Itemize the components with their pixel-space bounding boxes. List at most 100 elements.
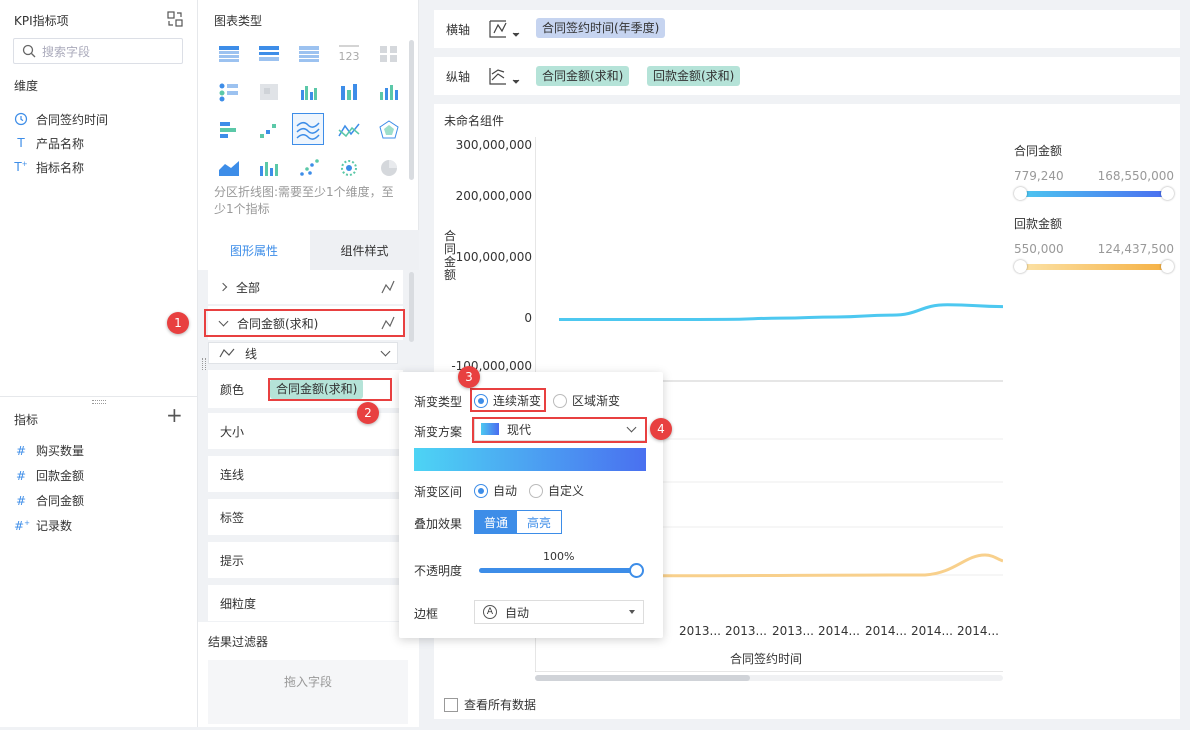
group-table-icon[interactable] xyxy=(258,44,280,64)
scatter-chart-icon[interactable] xyxy=(298,158,320,178)
kpi-number-icon[interactable]: 123 xyxy=(338,44,360,64)
x-axis-field-pill[interactable]: 合同签约时间(年季度) xyxy=(536,18,666,38)
y-tick: 300,000,000 xyxy=(455,138,532,152)
annotation-box xyxy=(204,309,405,337)
cross-table-icon[interactable] xyxy=(298,44,320,64)
checkbox[interactable] xyxy=(444,697,458,712)
chart-h-scrollbar[interactable] xyxy=(535,675,1003,681)
radio-region[interactable]: 区域渐变 xyxy=(553,392,620,409)
dimension-item[interactable]: T+ 指标名称 xyxy=(14,155,194,179)
chevron-down-icon xyxy=(380,346,391,357)
switch-dataset-icon[interactable] xyxy=(166,10,184,28)
annotation-box xyxy=(470,388,546,412)
x-axis-sort-icon[interactable] xyxy=(488,19,522,41)
area-line-chart-icon-selected[interactable] xyxy=(292,113,324,145)
interval-label: 渐变区间 xyxy=(414,485,463,499)
line-type-select[interactable]: 线 xyxy=(208,342,398,364)
x-axis-bar: 横轴 合同签约时间(年季度) xyxy=(434,10,1180,48)
bar-h-icon[interactable] xyxy=(218,120,240,140)
area-chart-icon[interactable] xyxy=(218,158,240,178)
overlay-normal-button[interactable]: 普通 xyxy=(475,511,517,533)
dimension-item[interactable]: T 产品名称 xyxy=(14,131,194,155)
border-label: 边框 xyxy=(414,607,439,621)
y-tick: 200,000,000 xyxy=(455,189,532,203)
slider-handle[interactable] xyxy=(1161,260,1174,273)
radio-custom[interactable]: 自定义 xyxy=(529,482,584,499)
add-metric-icon[interactable]: + xyxy=(166,405,183,425)
combo-chart-icon[interactable] xyxy=(258,158,280,178)
property-scrollbar[interactable] xyxy=(409,272,414,342)
slider-handle[interactable] xyxy=(1161,187,1174,200)
dimension-item[interactable]: 合同签约时间 xyxy=(14,107,194,131)
resize-handle[interactable] xyxy=(92,400,106,404)
multi-bar-icon[interactable] xyxy=(298,82,320,102)
pie-chart-icon[interactable] xyxy=(378,158,400,178)
annotation-box xyxy=(472,417,647,443)
x-tick: 2013... xyxy=(725,624,767,638)
dropdown-arrow-icon xyxy=(629,610,635,614)
border-select[interactable]: A 自动 xyxy=(474,600,644,624)
bubble-chart-icon[interactable] xyxy=(338,158,360,178)
overlay-label: 叠加效果 xyxy=(414,517,463,531)
chevron-right-icon xyxy=(218,282,228,292)
column-chart-icon[interactable] xyxy=(378,82,400,102)
metric-item[interactable]: # 回款金额 xyxy=(14,463,194,488)
granularity-row[interactable]: 细粒度 xyxy=(208,585,403,621)
detail-table-icon[interactable] xyxy=(378,44,400,64)
metric-item[interactable]: # 合同金额 xyxy=(14,488,194,513)
opacity-slider[interactable] xyxy=(479,563,644,578)
tooltip-row[interactable]: 提示 xyxy=(208,542,403,578)
legend-gradient-slider[interactable] xyxy=(1014,187,1174,201)
tab-shape-properties[interactable]: 图形属性 xyxy=(198,230,310,270)
step-chart-icon[interactable] xyxy=(258,120,280,140)
x-axis-label: 横轴 xyxy=(446,23,471,37)
label-row[interactable]: 标签 xyxy=(208,499,403,535)
x-tick: 2014... xyxy=(865,624,907,638)
kpi-list-icon[interactable] xyxy=(218,82,240,102)
result-filter-title: 结果过滤器 xyxy=(208,635,269,649)
metric-item[interactable]: #+ 记录数 xyxy=(14,513,194,538)
overlay-toggle: 普通 高亮 xyxy=(474,510,562,534)
slider-fill xyxy=(479,568,637,573)
all-series-row[interactable]: 全部 xyxy=(208,270,403,304)
search-icon xyxy=(22,44,36,58)
legend-gradient-slider[interactable] xyxy=(1014,260,1174,274)
chart-type-scrollbar[interactable] xyxy=(409,40,414,180)
x-tick: 2014... xyxy=(911,624,953,638)
y-axis-field-pill[interactable]: 合同金额(求和) xyxy=(536,66,630,86)
field-search-input[interactable]: 搜索字段 xyxy=(13,38,183,64)
slider-handle[interactable] xyxy=(1014,187,1027,200)
stacked-bar-icon[interactable] xyxy=(338,82,360,102)
tab-component-style[interactable]: 组件样式 xyxy=(310,230,419,270)
scroll-thumb[interactable] xyxy=(535,675,750,681)
radio-button[interactable] xyxy=(474,483,488,498)
radar-chart-icon[interactable] xyxy=(378,120,400,140)
overlay-highlight-button[interactable]: 高亮 xyxy=(517,511,561,533)
table-chart-icon[interactable] xyxy=(218,44,240,64)
line-chart-icon[interactable] xyxy=(338,120,360,140)
gradient-type-label: 渐变类型 xyxy=(414,395,463,409)
line-icon xyxy=(219,348,235,358)
radio-button[interactable] xyxy=(529,483,543,498)
filter-drop-zone[interactable]: 拖入字段 xyxy=(208,660,408,724)
chart-type-title: 图表类型 xyxy=(214,14,263,28)
gradient-bar xyxy=(1018,191,1170,197)
y-axis-sort-icon[interactable] xyxy=(488,66,522,88)
y-axis-field-pill[interactable]: 回款金额(求和) xyxy=(647,66,741,86)
legend-title: 回款金额 xyxy=(1014,217,1063,231)
line-type-icon xyxy=(381,280,395,294)
slider-handle[interactable] xyxy=(629,563,644,578)
radio-auto[interactable]: 自动 xyxy=(474,482,517,499)
view-all-data[interactable]: 查看所有数据 xyxy=(444,696,536,713)
radio-button[interactable] xyxy=(553,393,567,408)
dimension-title: 维度 xyxy=(14,79,39,93)
scheme-label: 渐变方案 xyxy=(414,425,463,439)
property-panel: 图表类型 123 分区折线图:需要至少1个维度，至少1个指标 图形属性 组件样式 xyxy=(198,0,419,730)
heatmap-icon[interactable] xyxy=(258,82,280,102)
slider-handle[interactable] xyxy=(1014,260,1027,273)
connect-line-row[interactable]: 连线 xyxy=(208,456,403,492)
drag-handle[interactable] xyxy=(202,358,206,370)
metric-item[interactable]: # 购买数量 xyxy=(14,438,194,463)
legend-title: 合同金额 xyxy=(1014,144,1063,158)
annotation-badge: 2 xyxy=(357,402,379,424)
